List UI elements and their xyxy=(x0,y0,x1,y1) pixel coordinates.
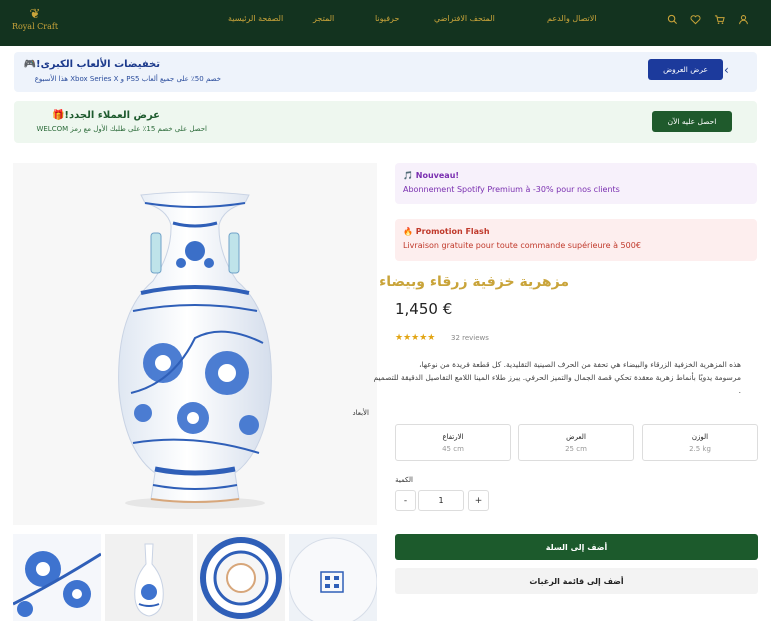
quantity-increase-button[interactable]: + xyxy=(468,490,489,511)
nav-shop[interactable]: المتجر xyxy=(313,14,334,23)
promo-banner-new-customers: عرض العملاء الجدد!🎁 احصل على خصم 15٪ على… xyxy=(14,101,757,143)
promo-subtitle: احصل على خصم 15٪ على طلبك الأول مع رمز W… xyxy=(36,125,207,133)
chevron-left-icon[interactable]: ‹ xyxy=(724,63,729,77)
nav-artisans[interactable]: حرفيونا xyxy=(375,14,399,23)
product-price: 1,450 € xyxy=(395,300,453,318)
quantity-decrease-button[interactable]: - xyxy=(395,490,416,511)
notice-flash-promo: 🔥 Promotion Flash Livraison gratuite pou… xyxy=(395,219,757,261)
product-main-image[interactable] xyxy=(13,163,377,525)
view-offers-button[interactable]: عرض العروض xyxy=(648,59,723,80)
dimension-weight: الوزن 2.5 kg xyxy=(642,424,758,461)
nav-contact-support[interactable]: الاتصال والدعم xyxy=(547,14,597,23)
product-page: ❦ Royal Craft الصفحة الرئيسية المتجر حرف… xyxy=(0,0,771,636)
notice-text: Livraison gratuite pour toute commande s… xyxy=(403,241,641,250)
crown-icon: ❦ xyxy=(29,7,41,22)
add-to-wishlist-button[interactable]: أضف إلى قائمة الرغبات xyxy=(395,568,758,594)
notice-text: Abonnement Spotify Premium à -30% pour n… xyxy=(403,185,620,194)
logo[interactable]: ❦ Royal Craft xyxy=(10,8,60,32)
dimension-width: العرض 25 cm xyxy=(518,424,634,461)
quantity-input[interactable] xyxy=(418,490,464,511)
thumbnail-top-view xyxy=(197,534,285,621)
add-to-cart-button[interactable]: أضف إلى السلة xyxy=(395,534,758,560)
heart-icon[interactable] xyxy=(688,12,702,26)
notice-new: 🎵 Nouveau! Abonnement Spotify Premium à … xyxy=(395,163,757,204)
nav-virtual-museum[interactable]: المتحف الافتراضي xyxy=(434,14,495,23)
nav-home[interactable]: الصفحة الرئيسية xyxy=(228,14,283,23)
thumbnail-2[interactable] xyxy=(105,534,193,621)
quantity-label: الكمية xyxy=(395,476,413,484)
promo-title: عرض العملاء الجدد!🎁 xyxy=(51,110,160,121)
review-count[interactable]: 32 reviews xyxy=(451,334,489,342)
notice-title: Promotion Flash xyxy=(415,227,490,236)
logo-text: Royal Craft xyxy=(11,22,59,31)
thumbnail-base-mark xyxy=(289,534,377,621)
fire-icon: 🔥 xyxy=(403,227,413,236)
user-icon[interactable] xyxy=(736,12,750,26)
top-navbar: ❦ Royal Craft الصفحة الرئيسية المتجر حرف… xyxy=(0,0,771,46)
music-icon: 🎵 xyxy=(403,171,413,180)
thumbnail-3[interactable] xyxy=(197,534,285,621)
thumbnail-tall-vase xyxy=(105,534,193,621)
search-icon[interactable] xyxy=(665,12,679,26)
promo-subtitle: خصم 50٪ على جميع ألعاب PS5 و Xbox Series… xyxy=(34,75,221,83)
dimension-height: الارتفاع 45 cm xyxy=(395,424,511,461)
vase-illustration xyxy=(118,191,272,509)
notice-title: Nouveau! xyxy=(415,171,460,180)
product-description: هذه المزهرية الخزفية الزرقاء والبيضاء هي… xyxy=(373,360,742,395)
promo-title: تخفيضات الألعاب الكبرى!🎮 xyxy=(23,59,160,70)
thumbnail-pattern-closeup xyxy=(13,534,101,621)
promo-banner-gaming: تخفيضات الألعاب الكبرى!🎮 خصم 50٪ على جمي… xyxy=(14,52,757,92)
star-rating-icon: ★★★★★ xyxy=(395,333,436,343)
thumbnail-1[interactable] xyxy=(13,534,101,621)
product-title: مزهرية خزفية زرقاء وبيضاء xyxy=(379,274,569,290)
cart-icon[interactable] xyxy=(712,12,726,26)
get-it-now-button[interactable]: احصل عليه الآن xyxy=(652,111,732,132)
dimensions-label: الأبعاد xyxy=(352,409,369,417)
thumbnail-4[interactable] xyxy=(289,534,377,621)
